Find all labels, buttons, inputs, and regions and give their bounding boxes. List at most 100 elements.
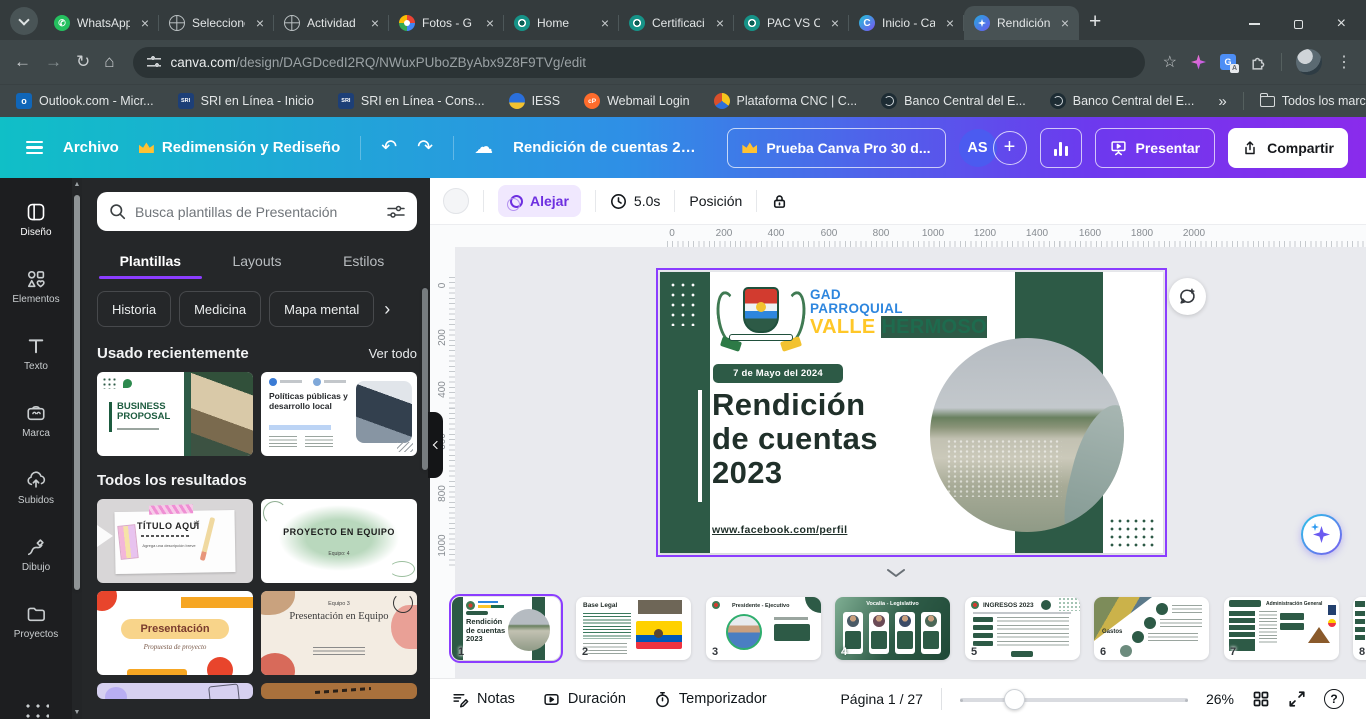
slide-title[interactable]: Rendición de cuentas 2023 (712, 388, 878, 490)
duration-button-bottom[interactable]: Duración (543, 691, 626, 708)
rail-scrollbar[interactable]: ▲ ▼ (72, 178, 82, 719)
sidebar-item-diseno[interactable]: Diseño (4, 188, 68, 252)
present-button[interactable]: Presentar (1095, 128, 1216, 168)
scroll-up-icon[interactable]: ▲ (72, 181, 82, 188)
see-all-link[interactable]: Ver todo (369, 346, 417, 361)
background-color-swatch[interactable] (443, 188, 469, 214)
translate-icon[interactable]: G (1220, 54, 1236, 70)
close-window-icon[interactable]: × (1337, 16, 1346, 32)
document-title[interactable]: Rendición de cuentas 20... (513, 139, 701, 156)
chip-medicina[interactable]: Medicina (179, 291, 261, 327)
close-tab-icon[interactable]: × (942, 15, 958, 31)
tab-plantillas[interactable]: Plantillas (97, 245, 204, 279)
date-badge[interactable]: 7 de Mayo del 2024 (713, 364, 843, 383)
reload-icon[interactable]: ↻ (76, 52, 90, 72)
home-icon[interactable]: ⌂ (104, 52, 114, 72)
close-tab-icon[interactable]: × (1057, 15, 1073, 31)
close-tab-icon[interactable]: × (712, 15, 728, 31)
redo-icon[interactable]: ↷ (417, 138, 433, 157)
extensions-puzzle-icon[interactable] (1250, 54, 1267, 71)
close-tab-icon[interactable]: × (252, 15, 268, 31)
bookmark-bce-1[interactable]: Banco Central del E... (881, 93, 1026, 109)
template-politicas-publicas[interactable]: Políticas públicas y desarrollo local (261, 372, 417, 456)
apps-grid-icon[interactable] (23, 701, 49, 719)
slide-thumbnail-8[interactable]: 8 (1353, 597, 1366, 660)
fullscreen-icon[interactable] (1288, 690, 1306, 708)
browser-profile-avatar[interactable] (1296, 49, 1322, 75)
back-icon[interactable]: ← (14, 52, 31, 72)
share-button[interactable]: Compartir (1228, 128, 1348, 168)
slide-thumbnail-7[interactable]: Administración General 7 (1224, 597, 1339, 660)
forward-icon[interactable]: → (45, 52, 62, 72)
add-comment-button[interactable] (1169, 278, 1206, 315)
slide-thumbnail-5[interactable]: INGRESOS 2023 5 (965, 597, 1080, 660)
template-search-box[interactable] (97, 192, 417, 231)
canva-assistant-button[interactable] (1301, 514, 1342, 555)
site-settings-icon[interactable] (147, 56, 161, 68)
chip-mapa-mental[interactable]: Mapa mental (269, 291, 374, 327)
minimize-icon[interactable] (1249, 23, 1260, 25)
sidebar-item-marca[interactable]: Marca (4, 389, 68, 453)
chips-more-button[interactable]: › (384, 299, 390, 320)
user-avatar[interactable]: AS (959, 129, 997, 167)
grid-view-icon[interactable] (1252, 690, 1270, 708)
page-indicator[interactable]: Página 1 / 27 (840, 691, 923, 707)
template-business-proposal[interactable]: BUSINESS PROPOSAL (97, 372, 253, 456)
insights-chart-button[interactable] (1040, 128, 1082, 168)
filter-icon[interactable] (387, 204, 405, 220)
hamburger-menu-icon[interactable] (26, 141, 43, 155)
template-proyecto-en-equipo[interactable]: PROYECTO EN EQUIPO Equipo: 4 (261, 499, 417, 583)
bookmark-sri-consultas[interactable]: SRISRI en Línea - Cons... (338, 93, 485, 109)
zoom-slider[interactable] (960, 689, 1188, 709)
scrollbar-thumb[interactable] (74, 195, 80, 590)
new-tab-button[interactable]: + (1089, 11, 1101, 32)
slide-thumbnail-3[interactable]: Presidente - Ejecutivo 3 (706, 597, 821, 660)
position-button[interactable]: Posición (689, 193, 742, 209)
close-tab-icon[interactable]: × (482, 15, 498, 31)
slide-thumbnail-4[interactable]: Vocalía - Legislativo 4 (835, 597, 950, 660)
slider-track[interactable] (960, 698, 1188, 702)
template-partial-1[interactable] (97, 683, 253, 699)
bookmark-webmail[interactable]: cPWebmail Login (584, 93, 689, 109)
close-tab-icon[interactable]: × (137, 15, 153, 31)
tab-search-button[interactable] (10, 7, 38, 35)
browser-tab-certificaci[interactable]: Certificaci× (619, 6, 734, 40)
chrome-experiment-icon[interactable] (1191, 55, 1206, 70)
sidebar-item-proyectos[interactable]: Proyectos (4, 590, 68, 654)
close-tab-icon[interactable]: × (827, 15, 843, 31)
animate-button[interactable]: Alejar (498, 185, 581, 217)
sidebar-item-dibujo[interactable]: Dibujo (4, 523, 68, 587)
file-menu[interactable]: Archivo (63, 139, 119, 156)
bookmark-sri-inicio[interactable]: SRISRI en Línea - Inicio (178, 93, 314, 109)
slide-page-1[interactable]: GAD PARROQUIAL VALLE HERMOSO 7 de Mayo d… (660, 272, 1163, 553)
slide-thumbnail-2[interactable]: Base Legal 2 (576, 597, 691, 660)
template-presentacion-en-equipo[interactable]: Equipo 3 Presentación en Equipo (261, 591, 417, 675)
all-bookmarks-button[interactable]: Todos los marcadores (1260, 94, 1366, 108)
chip-historia[interactable]: Historia (97, 291, 171, 327)
maximize-icon[interactable] (1294, 20, 1303, 29)
resize-menu[interactable]: Redimensión y Rediseño (139, 139, 340, 156)
close-tab-icon[interactable]: × (597, 15, 613, 31)
url-field[interactable]: canva.com/design/DAGDcedI2RQ/NWuxPUboZBy… (133, 47, 1145, 78)
browser-menu-kebab-icon[interactable]: ⋮ (1336, 52, 1352, 72)
bookmarks-overflow-button[interactable]: » (1218, 93, 1226, 110)
browser-tab-rendicion-active[interactable]: Rendición× (964, 6, 1079, 40)
bookmark-star-icon[interactable]: ☆ (1163, 52, 1177, 72)
browser-tab-seleccione[interactable]: Seleccione× (159, 6, 274, 40)
add-member-button[interactable]: + (993, 131, 1027, 165)
zoom-level[interactable]: 26% (1206, 691, 1234, 707)
canva-pro-trial-button[interactable]: Prueba Canva Pro 30 d... (727, 128, 945, 168)
tab-layouts[interactable]: Layouts (204, 245, 311, 279)
undo-icon[interactable]: ↶ (381, 138, 397, 157)
slider-handle[interactable] (1004, 689, 1025, 710)
template-presentacion[interactable]: Presentación Propuesta de proyecto (97, 591, 253, 675)
facebook-link[interactable]: www.facebook.com/perfil (712, 524, 847, 536)
scroll-down-icon[interactable]: ▼ (72, 709, 82, 716)
sidebar-item-elementos[interactable]: Elementos (4, 255, 68, 319)
timer-button[interactable]: Temporizador (654, 691, 767, 708)
bookmark-bce-2[interactable]: Banco Central del E... (1050, 93, 1195, 109)
browser-tab-pac[interactable]: PAC VS CE× (734, 6, 849, 40)
slide-thumbnail-6[interactable]: Gastos 6 (1094, 597, 1209, 660)
filmstrip-collapse-chevron[interactable] (885, 568, 907, 578)
help-button[interactable]: ? (1324, 689, 1344, 709)
